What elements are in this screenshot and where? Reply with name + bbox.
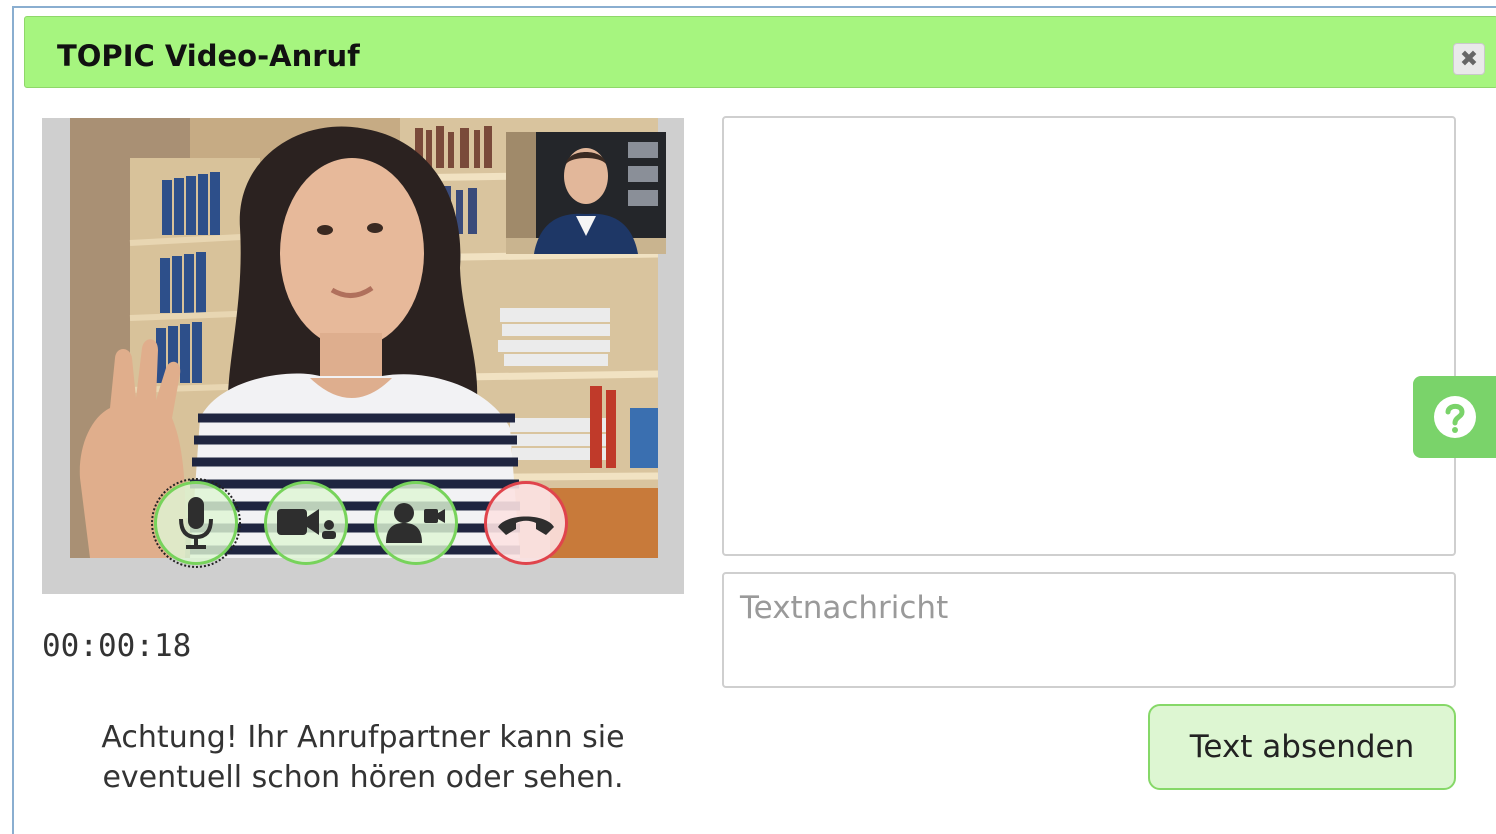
dialog-titlebar: TOPIC Video-Anruf ✖ — [24, 16, 1496, 88]
call-controls — [151, 478, 584, 577]
chat-log[interactable] — [722, 116, 1456, 556]
video-camera-icon — [277, 509, 336, 539]
text-message-input[interactable] — [722, 572, 1456, 688]
person-camera-icon — [386, 503, 445, 543]
hang-up-button[interactable] — [484, 481, 568, 565]
self-video-image — [506, 132, 666, 254]
close-icon: ✖ — [1459, 46, 1479, 72]
dialog-title: TOPIC Video-Anruf — [57, 39, 360, 73]
help-icon — [1433, 396, 1476, 438]
call-timer: 00:00:18 — [42, 628, 192, 664]
close-button[interactable]: ✖ — [1453, 43, 1485, 75]
video-frame — [42, 118, 684, 594]
help-button[interactable] — [1413, 376, 1496, 458]
mute-microphone-button[interactable] — [151, 478, 241, 568]
call-warning: Achtung! Ihr Anrufpartner kann sie event… — [101, 720, 625, 795]
switch-camera-button[interactable] — [374, 481, 458, 565]
self-preview-video — [506, 132, 666, 254]
send-text-button[interactable]: Text absenden — [1148, 704, 1456, 790]
phone-hangup-icon — [498, 516, 554, 535]
microphone-icon — [179, 497, 213, 549]
toggle-camera-button[interactable] — [264, 481, 348, 565]
